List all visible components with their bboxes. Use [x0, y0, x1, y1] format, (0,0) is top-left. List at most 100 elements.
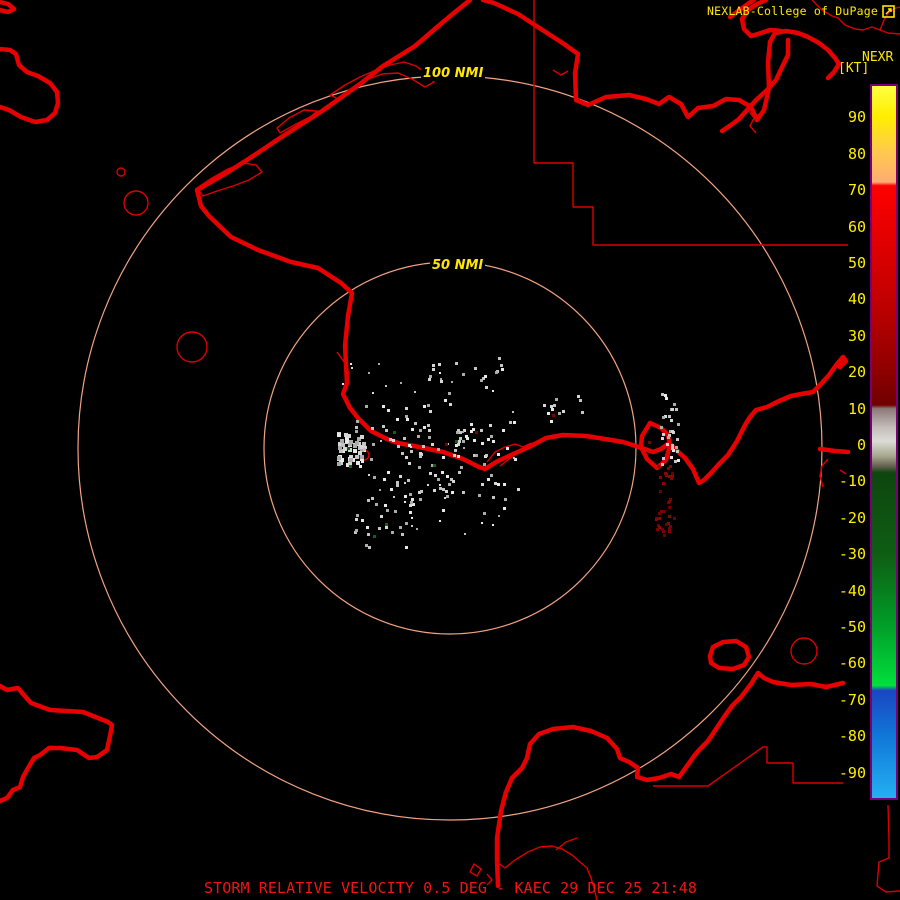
echo-pixel	[429, 410, 432, 413]
echo-pixel	[409, 504, 412, 507]
echo-pixel	[405, 415, 408, 418]
colorbar-tick-label: -90	[812, 764, 866, 782]
echo-pixel	[668, 475, 671, 478]
echo-pixel	[401, 452, 404, 455]
colorbar-tick-label: -80	[812, 727, 866, 745]
echo-pixel	[409, 511, 412, 514]
echo-pixel	[455, 440, 458, 443]
echo-pixel	[481, 442, 484, 445]
echo-pixel	[419, 429, 422, 432]
echo-pixel	[428, 436, 431, 439]
echo-pixel	[661, 393, 664, 396]
echo-pixel	[367, 499, 370, 502]
echo-pixel	[409, 493, 412, 496]
echo-pixel	[439, 484, 441, 486]
echo-pixel	[407, 479, 410, 482]
colorbar-tick-label: 10	[812, 400, 866, 418]
map-lake-circle	[117, 168, 125, 176]
echo-pixel	[360, 455, 364, 459]
echo-pixel	[674, 460, 677, 463]
echo-pixel	[454, 449, 457, 452]
echo-pixel	[451, 491, 454, 494]
echo-pixel	[355, 426, 358, 429]
echo-pixel	[438, 363, 441, 366]
echo-pixel	[337, 462, 341, 466]
map-coastline	[0, 2, 14, 12]
echo-pixel	[668, 415, 671, 418]
echo-pixel	[338, 446, 342, 450]
echo-pixel	[410, 501, 413, 504]
map-boundary-line	[556, 838, 577, 850]
echo-pixel	[662, 416, 665, 419]
map-lake-circle	[177, 332, 207, 362]
echo-pixel	[401, 533, 404, 536]
echo-pixel	[423, 405, 426, 408]
echo-pixel	[475, 431, 478, 434]
echo-pixel	[420, 490, 423, 493]
echo-pixel	[371, 497, 374, 500]
echo-pixel	[503, 483, 506, 486]
echo-pixel	[378, 527, 381, 530]
echo-pixel	[448, 392, 451, 395]
colorbar-tick-label: 70	[812, 181, 866, 199]
echo-pixel	[368, 372, 370, 374]
echo-pixel	[553, 404, 556, 407]
radar-echoes	[337, 357, 680, 549]
external-link-icon[interactable]	[882, 5, 895, 18]
echo-pixel	[375, 503, 378, 506]
echo-pixel	[462, 373, 465, 376]
echo-pixel	[440, 378, 442, 380]
echo-pixel	[665, 523, 668, 526]
colorbar-tick-label: 90	[812, 108, 866, 126]
echo-pixel	[372, 392, 374, 394]
radar-display: NEXLAB-College of DuPage NEXR [KT] 90807…	[0, 0, 900, 900]
echo-pixel	[337, 433, 341, 437]
echo-pixel	[387, 471, 390, 474]
echo-pixel	[396, 481, 399, 484]
echo-pixel	[345, 439, 349, 443]
echo-pixel	[487, 478, 490, 481]
echo-pixel	[504, 498, 507, 501]
radar-map-canvas	[0, 0, 900, 900]
colorbar-tick-label: 40	[812, 290, 866, 308]
echo-pixel	[428, 429, 431, 432]
echo-pixel	[661, 463, 664, 466]
echo-pixel	[579, 399, 582, 402]
echo-pixel	[340, 439, 344, 443]
echo-pixel	[427, 424, 430, 427]
echo-pixel	[417, 435, 420, 438]
echo-pixel	[396, 418, 399, 421]
echo-pixel	[648, 441, 651, 444]
range-ring-label: 100 NMI	[421, 66, 485, 81]
echo-pixel	[411, 498, 414, 501]
echo-pixel	[498, 515, 500, 517]
echo-pixel	[393, 431, 396, 434]
echo-pixel	[351, 367, 353, 369]
map-coastline	[0, 686, 112, 801]
echo-pixel	[427, 484, 429, 486]
echo-pixel	[355, 441, 359, 445]
colorbar-ticks: 9080706050403020100-10-20-30-40-50-60-70…	[812, 0, 866, 900]
echo-pixel	[343, 447, 347, 451]
echo-pixel	[411, 428, 414, 431]
echo-pixel	[361, 460, 364, 463]
echo-pixel	[445, 490, 448, 493]
echo-pixel	[577, 395, 580, 398]
map-lake-circle	[124, 191, 148, 215]
echo-pixel	[662, 457, 665, 460]
range-rings	[78, 76, 822, 820]
echo-pixel	[462, 491, 465, 494]
map-boundary-line	[470, 864, 481, 876]
echo-pixel	[393, 496, 395, 498]
echo-pixel	[368, 546, 371, 549]
echo-pixel	[396, 484, 399, 487]
echo-pixel	[356, 461, 360, 465]
echo-pixel	[666, 443, 669, 446]
echo-pixel	[440, 380, 443, 383]
echo-pixel	[444, 497, 446, 499]
range-ring-label: 50 NMI	[430, 258, 485, 273]
echo-pixel	[676, 450, 679, 453]
echo-pixel	[400, 382, 402, 384]
echo-pixel	[483, 512, 486, 515]
echo-pixel	[673, 517, 676, 520]
